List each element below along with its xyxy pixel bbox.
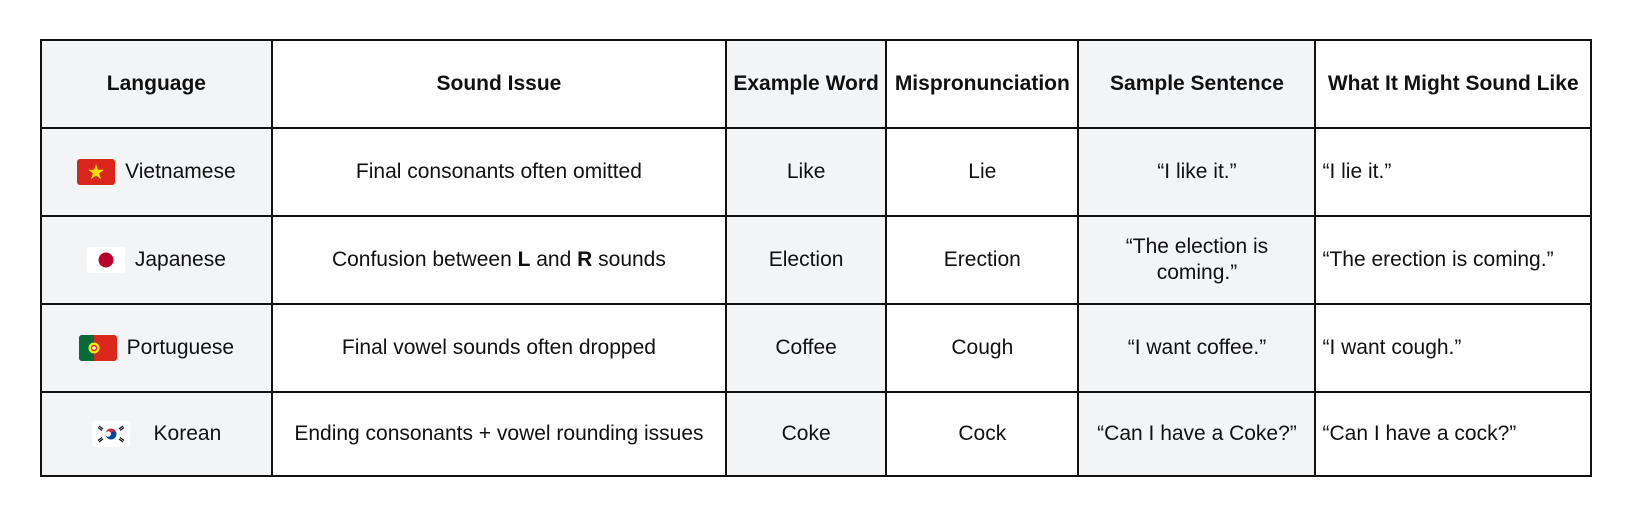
cell-sounds-like: “Can I have a cock?” (1314, 391, 1592, 477)
table-row: Portuguese Final vowel sounds often drop… (40, 303, 1592, 393)
header-sounds-like: What It Might Sound Like (1314, 39, 1592, 129)
cell-mispronunciation: Cock (885, 391, 1080, 477)
header-sound-issue: Sound Issue (270, 39, 728, 129)
header-language: Language (40, 39, 273, 129)
table-row: Vietnamese Final consonants often omitte… (40, 127, 1592, 217)
cell-example-word: Coke (725, 391, 888, 477)
cell-sound-issue: Ending consonants + vowel rounding issue… (270, 391, 728, 477)
cell-example-word: Like (725, 127, 888, 217)
cell-sample-sentence: “The election is coming.” (1077, 215, 1317, 305)
header-mispronunciation: Mispronunciation (885, 39, 1080, 129)
issue-letter-r: R (577, 248, 593, 271)
language-name: Japanese (134, 248, 226, 271)
cell-language: Portuguese (40, 303, 273, 393)
cell-language: Japanese (40, 215, 273, 305)
issue-text: Confusion between (331, 248, 518, 271)
cell-sounds-like: “The erection is coming.” (1314, 215, 1592, 305)
pronunciation-table: Language Sound Issue Example Word Mispro… (40, 39, 1592, 477)
cell-mispronunciation: Cough (885, 303, 1080, 393)
issue-text: sounds (592, 248, 666, 271)
cell-language: Korean (40, 391, 273, 477)
cell-sound-issue: Confusion between L and R sounds (270, 215, 728, 305)
header-example-word: Example Word (725, 39, 888, 129)
table-header-row: Language Sound Issue Example Word Mispro… (40, 39, 1592, 129)
table-row: Japanese Confusion between L and R sound… (40, 215, 1592, 305)
cell-example-word: Election (725, 215, 888, 305)
table-row: Korean Ending consonants + vowel roundin… (40, 391, 1592, 477)
language-name: Vietnamese (125, 160, 236, 183)
cell-mispronunciation: Lie (885, 127, 1080, 217)
cell-sound-issue: Final vowel sounds often dropped (270, 303, 728, 393)
issue-text: and (530, 248, 578, 271)
comparison-table-wrapper: Language Sound Issue Example Word Mispro… (40, 39, 1592, 477)
issue-letter-l: L (517, 248, 531, 271)
cell-sound-issue: Final consonants often omitted (270, 127, 728, 217)
vietnam-flag-icon (77, 159, 116, 185)
cell-sounds-like: “I want cough.” (1314, 303, 1592, 393)
cell-sample-sentence: “Can I have a Coke?” (1077, 391, 1317, 477)
japan-flag-icon (86, 247, 125, 273)
header-sample-sentence: Sample Sentence (1077, 39, 1317, 129)
language-name: Portuguese (126, 336, 235, 359)
portugal-flag-icon (78, 335, 117, 361)
cell-sample-sentence: “I like it.” (1077, 127, 1317, 217)
cell-sounds-like: “I lie it.” (1314, 127, 1592, 217)
cell-mispronunciation: Erection (885, 215, 1080, 305)
cell-language: Vietnamese (40, 127, 273, 217)
cell-sample-sentence: “I want coffee.” (1077, 303, 1317, 393)
language-name: Korean (153, 422, 222, 445)
cell-example-word: Coffee (725, 303, 888, 393)
korea-flag-icon (91, 421, 130, 447)
